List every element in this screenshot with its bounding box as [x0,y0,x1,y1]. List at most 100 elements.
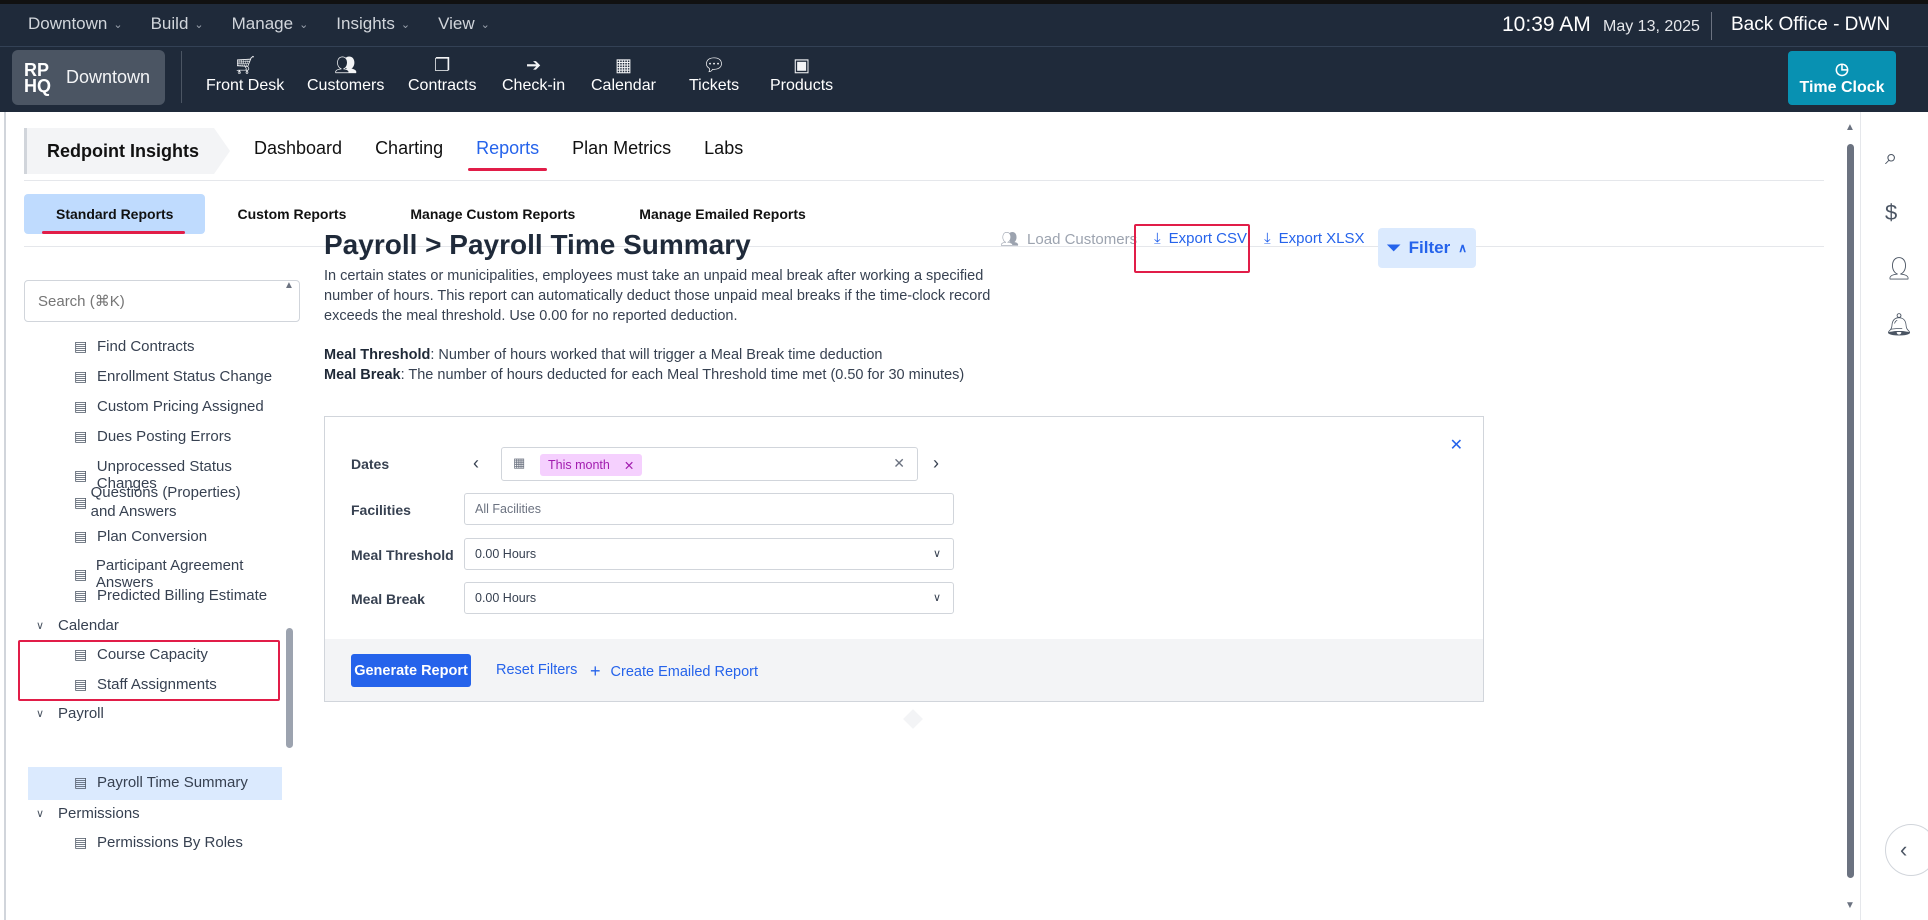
users-icon: 👥︎ [334,55,358,75]
funnel-icon: ⏷ [1387,238,1401,257]
report-search-input[interactable] [24,280,300,322]
nav-customers[interactable]: 👥︎ Customers [307,55,384,95]
tree-item-label: Permissions By Roles [97,834,243,851]
tree-item-custom-pricing-assigned[interactable]: ▤ Custom Pricing Assigned [74,398,264,415]
tree-group-permissions[interactable]: ∨ Permissions [36,805,140,822]
tree-item-enrollment-status-change[interactable]: ▤ Enrollment Status Change [74,368,272,385]
subtab-manage-emailed-reports[interactable]: Manage Emailed Reports [607,194,838,234]
filter-panel: ✕ Dates ‹ ▦ This month ✕ ✕ › Facilities A… [324,416,1484,702]
tree-item-plan-conversion[interactable]: ▤ Plan Conversion [74,528,207,545]
nav-tickets[interactable]: 💬︎ Tickets [689,55,739,95]
nav-calendar[interactable]: ▦ Calendar [591,55,656,95]
clear-icon[interactable]: ✕ [893,455,905,472]
nav-check-in[interactable]: ➔ Check-in [502,55,565,95]
subtab-manage-custom-reports[interactable]: Manage Custom Reports [378,194,607,234]
tree-group-payroll[interactable]: ∨ Payroll [36,705,104,722]
tree-group-calendar[interactable]: ∨ Calendar [36,617,119,634]
tree-group-label: Calendar [58,617,119,634]
search-icon[interactable]: ⌕ [1885,144,1897,170]
scroll-up-icon[interactable]: ▲ [1845,122,1855,133]
office-name[interactable]: Back Office - DWN [1731,14,1890,36]
nav-products[interactable]: ▣ Products [770,55,833,95]
create-emailed-report-button[interactable]: + Create Emailed Report [590,661,758,682]
filter-button[interactable]: ⏷ Filter ∧ [1378,228,1476,268]
table-icon: ▤ [74,398,88,414]
tree-item-predicted-billing-estimate[interactable]: ▤ Predicted Billing Estimate [74,587,267,604]
tree-item-dues-posting-errors[interactable]: ▤ Dues Posting Errors [74,428,231,445]
reset-filters-button[interactable]: Reset Filters [496,662,577,678]
menu-insights[interactable]: Insights ⌄ [324,14,422,49]
definition-term: Meal Break [324,367,401,383]
tree-item-find-contracts[interactable]: ▤ Find Contracts [74,338,195,355]
tree-item-label: Find Contracts [97,338,195,355]
tree-scrollbar[interactable] [286,628,293,748]
time-clock-button[interactable]: ◷ Time Clock [1788,51,1896,105]
user-icon[interactable]: 👤︎ [1885,256,1913,282]
chevron-right-icon[interactable]: › [933,453,939,474]
tree-item-label: Participant Agreement Answers [95,557,244,591]
page-scrollbar[interactable]: ▲ ▼ [1844,122,1856,914]
export-xlsx-button[interactable]: ⤓ Export XLSX [1264,230,1365,247]
nav-front-desk[interactable]: 🛒︎ Front Desk [206,55,284,95]
collapse-rail-button[interactable]: ‹ [1885,824,1928,876]
subtab-standard-reports[interactable]: Standard Reports [24,194,206,234]
menu-downtown[interactable]: Downtown ⌄ [28,14,123,34]
load-customers-button[interactable]: 👥︎ Load Customers [1000,230,1137,249]
scroll-up-icon[interactable]: ▲ [284,280,294,291]
meal-break-select[interactable]: 0.00 Hours ∨ [464,582,954,614]
nav-contracts[interactable]: ❐ Contracts [408,55,476,95]
scrollbar-thumb[interactable] [1847,144,1854,878]
meal-break-label: Meal Break [351,591,425,607]
definitions: Meal Threshold: Number of hours worked t… [324,345,964,385]
chevron-down-icon: ∨ [36,708,45,720]
menu-view[interactable]: View ⌄ [438,14,490,34]
close-icon[interactable]: ✕ [1450,435,1463,455]
tab-labs[interactable]: Labs [704,138,743,159]
highlight-box [1134,224,1250,273]
chevron-left-icon[interactable]: ‹ [473,453,479,474]
tree-item-label: Predicted Billing Estimate [97,587,268,604]
table-icon: ▤ [74,528,88,544]
divider [24,246,1824,247]
tab-charting[interactable]: Charting [375,138,443,159]
menu-manage[interactable]: Manage ⌄ [232,14,309,34]
tree-item-payroll-time-summary[interactable]: ▤ Payroll Time Summary [74,774,248,791]
tab-plan-metrics[interactable]: Plan Metrics [572,138,671,159]
menu-build[interactable]: Build ⌄ [151,14,204,34]
definition-text: : Number of hours worked that will trigg… [430,347,883,363]
meal-threshold-select[interactable]: 0.00 Hours ∨ [464,538,954,570]
date-range-field[interactable]: ▦ This month ✕ ✕ [501,447,918,481]
chevron-left-icon: ‹ [1900,837,1908,862]
rp-hq-logo: RP HQ [24,59,51,96]
date-chip-label: This month [548,458,610,472]
location-switcher[interactable]: RP HQ Downtown [12,50,165,105]
box-icon: ▣ [793,55,811,75]
chip-remove-icon[interactable]: ✕ [624,458,634,473]
check-in-icon: ➔ [526,55,542,75]
tab-reports[interactable]: Reports [468,138,548,171]
subtab-custom-reports[interactable]: Custom Reports [205,194,378,234]
contracts-icon: ❐ [434,55,451,75]
facilities-select[interactable]: All Facilities [464,493,954,525]
chevron-up-icon: ∧ [1458,241,1467,255]
bell-icon[interactable]: 🔔︎ [1885,312,1913,338]
users-icon: 👥︎ [1000,231,1020,248]
date-chip: This month ✕ [540,454,643,476]
table-icon: ▤ [74,493,88,510]
chevron-down-icon: ⌄ [113,18,123,31]
tab-dashboard[interactable]: Dashboard [254,138,342,159]
tree-item-questions-and-answers[interactable]: ▤ Questions (Properties) and Answers [74,483,264,521]
dollar-icon[interactable]: $ [1885,200,1897,226]
tree-item-participant-agreement-answers[interactable]: ▤ Participant Agreement Answers [74,557,294,591]
tree-item-permissions-by-roles[interactable]: ▤ Permissions By Roles [74,834,243,851]
generate-report-button[interactable]: Generate Report [351,654,471,687]
dates-label: Dates [351,456,390,472]
breadcrumb: Redpoint Insights [24,128,230,174]
divider [24,180,1824,181]
tree-item-label: Questions (Properties) and Answers [90,484,241,520]
table-icon: ▤ [74,774,88,790]
scroll-down-icon[interactable]: ▼ [1845,900,1855,911]
chevron-down-icon: ⌄ [400,18,411,31]
nav-label: Calendar [591,77,656,94]
insights-tabs: Dashboard Charting Reports Plan Metrics … [254,138,776,171]
